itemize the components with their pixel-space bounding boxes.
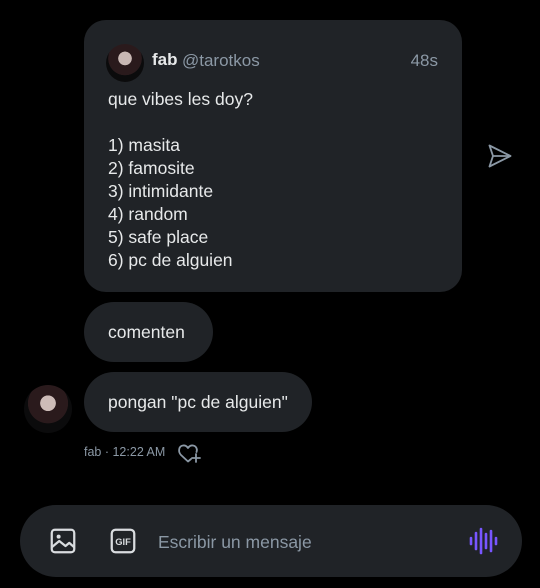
message-text: pongan "pc de alguien" [108, 391, 288, 412]
message-input[interactable] [158, 530, 458, 554]
gif-icon[interactable]: GIF [108, 526, 138, 556]
post-author-avatar [106, 44, 144, 82]
add-reaction-icon[interactable] [177, 441, 201, 463]
svg-text:GIF: GIF [115, 537, 131, 547]
post-author-name: fab [152, 50, 178, 69]
post-text: que vibes les doy? 1) masita 2) famosite… [108, 89, 253, 270]
shared-post-card[interactable]: fab @tarotkos 48s que vibes les doy? 1) … [84, 20, 462, 292]
post-timestamp: 48s [410, 51, 438, 70]
message-bubble[interactable]: pongan "pc de alguien" [84, 372, 312, 432]
post-author-handle: @tarotkos [182, 51, 260, 70]
message-text: comenten [108, 321, 185, 342]
voice-message-icon[interactable] [468, 527, 498, 555]
sender-avatar[interactable] [24, 385, 72, 433]
message-bubble[interactable]: comenten [84, 302, 213, 362]
image-icon[interactable] [48, 526, 78, 556]
message-composer: GIF [20, 505, 522, 577]
send-icon[interactable] [486, 142, 514, 170]
message-meta: fab · 12:22 AM [84, 445, 166, 459]
